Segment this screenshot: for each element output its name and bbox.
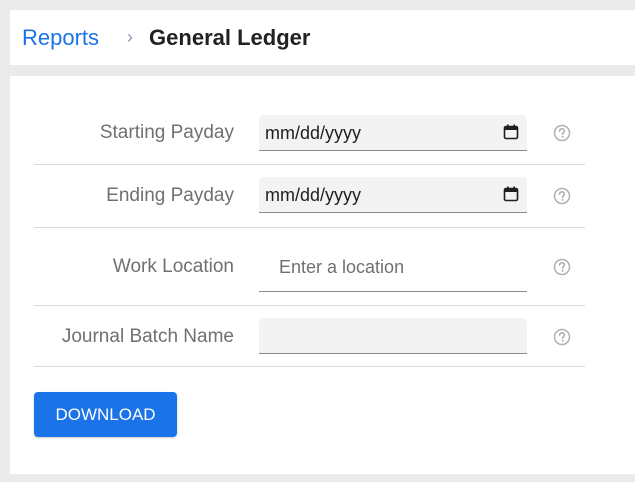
ending-payday-input[interactable]: mm/dd/yyyy bbox=[259, 177, 527, 213]
ending-payday-value: mm/dd/yyyy bbox=[265, 185, 362, 205]
starting-payday-row: Starting Payday mm/dd/yyyy bbox=[34, 102, 585, 165]
calendar-icon[interactable] bbox=[503, 186, 519, 202]
calendar-icon[interactable] bbox=[503, 124, 519, 140]
starting-payday-input[interactable]: mm/dd/yyyy bbox=[259, 115, 527, 151]
work-location-row: Work Location Enter a location bbox=[34, 228, 585, 306]
work-location-label: Work Location bbox=[112, 256, 234, 277]
help-circle-icon[interactable] bbox=[553, 124, 571, 142]
ending-payday-label: Ending Payday bbox=[106, 185, 234, 206]
report-form: Starting Payday mm/dd/yyyy Ending Payday… bbox=[10, 76, 635, 474]
help-circle-icon[interactable] bbox=[553, 328, 571, 346]
page-title: General Ledger bbox=[149, 24, 311, 50]
breadcrumb-reports-link[interactable]: Reports bbox=[22, 25, 99, 51]
starting-payday-label: Starting Payday bbox=[99, 122, 234, 143]
ending-payday-row: Ending Payday mm/dd/yyyy bbox=[34, 165, 585, 228]
journal-batch-name-input[interactable] bbox=[259, 318, 527, 354]
breadcrumb-separator: › bbox=[127, 27, 134, 47]
work-location-input[interactable]: Enter a location bbox=[259, 246, 527, 292]
starting-payday-value: mm/dd/yyyy bbox=[265, 123, 362, 143]
journal-batch-name-label: Journal Batch Name bbox=[61, 326, 234, 347]
help-circle-icon[interactable] bbox=[553, 187, 571, 205]
download-button[interactable]: DOWNLOAD bbox=[34, 392, 177, 437]
help-circle-icon[interactable] bbox=[553, 258, 571, 276]
journal-batch-name-row: Journal Batch Name bbox=[34, 306, 585, 367]
breadcrumb: Reports › General Ledger bbox=[10, 10, 635, 65]
work-location-placeholder: Enter a location bbox=[279, 257, 405, 277]
